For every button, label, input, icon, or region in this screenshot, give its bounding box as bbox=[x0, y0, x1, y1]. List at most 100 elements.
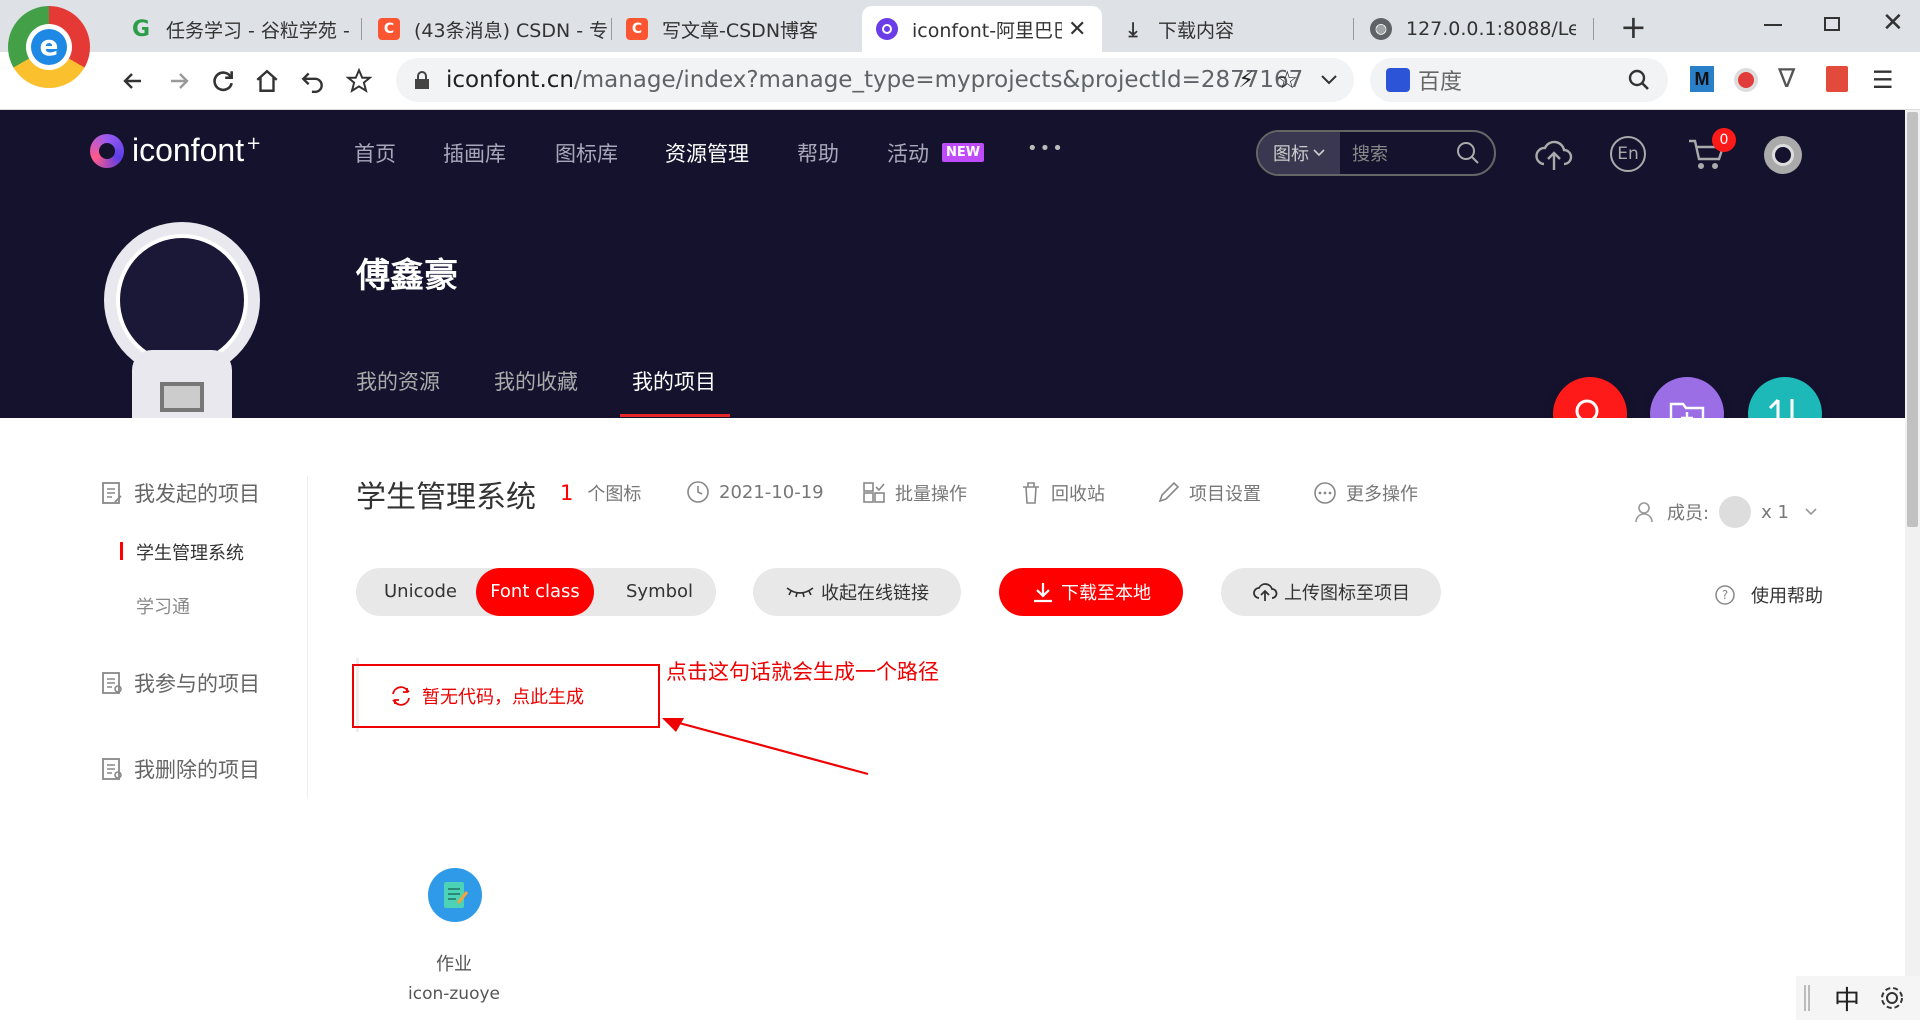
batch-operation-button[interactable]: 批量操作 bbox=[862, 480, 967, 506]
search-icon[interactable] bbox=[1628, 69, 1650, 91]
icon-card[interactable]: 作业 icon-zuoye bbox=[398, 838, 510, 1018]
tab-title: 下载内容 bbox=[1158, 19, 1235, 42]
back-icon[interactable] bbox=[116, 64, 150, 98]
nav-icons[interactable]: 图标库 bbox=[555, 138, 618, 168]
sidebar-project-student[interactable]: 学生管理系统 bbox=[136, 539, 244, 565]
collapse-link-label: 收起在线链接 bbox=[821, 583, 929, 604]
project-date: 2021-10-19 bbox=[686, 480, 824, 504]
extension-m-icon[interactable]: M bbox=[1690, 66, 1714, 92]
logo-text: iconfont bbox=[132, 132, 245, 168]
tab-title: 127.0.0.1:8088/Learn bbox=[1406, 18, 1576, 40]
undo-icon[interactable] bbox=[296, 64, 330, 98]
ime-handle-icon[interactable] bbox=[1804, 985, 1810, 1011]
svg-text:?: ? bbox=[1722, 588, 1728, 602]
ime-language[interactable]: 中 bbox=[1834, 980, 1860, 1017]
recycle-bin-button[interactable]: 回收站 bbox=[1020, 480, 1105, 506]
nav-help[interactable]: 帮助 bbox=[797, 138, 839, 168]
extension-v-icon[interactable]: ∇ bbox=[1778, 64, 1795, 94]
minimize-icon[interactable] bbox=[1764, 24, 1782, 26]
sidebar-initiated-header[interactable]: 我发起的项目 bbox=[100, 478, 260, 508]
profile-tab-favorites[interactable]: 我的收藏 bbox=[494, 366, 578, 396]
more-dots-icon bbox=[1314, 482, 1336, 504]
pencil-icon bbox=[1158, 481, 1180, 503]
generate-code-label: 暂无代码，点此生成 bbox=[422, 687, 584, 708]
upload-icon-button[interactable]: 上传图标至项目 bbox=[1221, 568, 1441, 616]
sidebar-joined-label: 我参与的项目 bbox=[134, 672, 260, 696]
download-icon: ⤓ bbox=[1128, 17, 1138, 41]
tab-csdn-write[interactable]: C 写文章-CSDN博客 bbox=[612, 6, 860, 52]
tab-localhost[interactable]: ◍ 127.0.0.1:8088/Learn bbox=[1354, 6, 1594, 52]
batch-icon bbox=[863, 482, 885, 503]
download-local-button[interactable]: 下载至本地 bbox=[999, 568, 1183, 616]
active-tab-underline bbox=[620, 414, 730, 417]
tab-iconfont[interactable]: iconfont-阿里巴巴 ✕ bbox=[862, 6, 1102, 52]
chevron-down-icon[interactable] bbox=[1320, 74, 1338, 86]
tab-unicode[interactable]: Unicode bbox=[384, 581, 457, 602]
collapse-link-button[interactable]: 收起在线链接 bbox=[753, 568, 961, 616]
trash-icon bbox=[1023, 482, 1039, 504]
more-nav-icon[interactable]: ••• bbox=[1027, 138, 1065, 159]
gear-icon[interactable] bbox=[1878, 984, 1906, 1012]
language-toggle[interactable]: En bbox=[1610, 136, 1646, 172]
search-icon[interactable] bbox=[1456, 141, 1480, 165]
extension-record-icon[interactable] bbox=[1734, 68, 1758, 92]
home-icon[interactable] bbox=[250, 64, 284, 98]
username: 傅鑫豪 bbox=[356, 256, 458, 296]
sidebar-deleted-header[interactable]: 我删除的项目 bbox=[100, 754, 260, 784]
browser-logo-icon: e bbox=[8, 6, 90, 88]
ime-toolbar: 中 bbox=[1796, 976, 1920, 1020]
menu-icon[interactable]: ☰ bbox=[1872, 66, 1894, 94]
nav-home[interactable]: 首页 bbox=[354, 138, 396, 168]
profile-tab-resources[interactable]: 我的资源 bbox=[356, 366, 440, 396]
user-avatar-icon[interactable] bbox=[1764, 136, 1802, 174]
new-tab-icon[interactable]: + bbox=[1620, 8, 1647, 46]
favorite-star-icon[interactable]: ☆ bbox=[1276, 66, 1298, 94]
nav-events[interactable]: 活动 bbox=[887, 138, 929, 168]
nav-illustrations[interactable]: 插画库 bbox=[443, 138, 506, 168]
recycle-label: 回收站 bbox=[1051, 484, 1105, 505]
project-settings-button[interactable]: 项目设置 bbox=[1156, 480, 1261, 506]
more-label: 更多操作 bbox=[1346, 484, 1418, 505]
tab-guli[interactable]: G 任务学习 - 谷粒学苑 - bbox=[110, 6, 362, 52]
csdn-icon: C bbox=[378, 18, 400, 40]
profile-tab-projects[interactable]: 我的项目 bbox=[632, 366, 716, 396]
icon-name: 作业 bbox=[436, 954, 472, 975]
tab-title: 任务学习 - 谷粒学苑 - bbox=[166, 19, 350, 42]
clock-icon bbox=[687, 481, 709, 503]
site-logo[interactable]: iconfont + bbox=[90, 132, 261, 169]
usage-help-link[interactable]: ? 使用帮助 bbox=[1714, 582, 1823, 608]
members-dropdown[interactable]: 成员: x 1 bbox=[1634, 496, 1826, 528]
nav-resources[interactable]: 资源管理 bbox=[665, 138, 749, 168]
lightning-icon[interactable]: ⚡ bbox=[1239, 68, 1254, 93]
forward-icon[interactable] bbox=[162, 64, 196, 98]
icon-count-number: 1 bbox=[560, 481, 574, 505]
close-tab-icon[interactable]: ✕ bbox=[1068, 17, 1086, 42]
new-badge: NEW bbox=[942, 143, 985, 162]
generate-code-box[interactable]: 暂无代码，点此生成 bbox=[352, 664, 660, 728]
tab-csdn-messages[interactable]: C (43条消息) CSDN - 专 bbox=[362, 6, 612, 52]
tab-symbol[interactable]: Symbol bbox=[626, 581, 693, 602]
project-date-value: 2021-10-19 bbox=[719, 481, 824, 503]
tab-font-class[interactable]: Font class bbox=[476, 568, 594, 616]
site-header: iconfont + 首页 插画库 图标库 资源管理 帮助 活动 NEW •••… bbox=[0, 110, 1905, 418]
sidebar-joined-header[interactable]: 我参与的项目 bbox=[100, 668, 260, 698]
page-scrollbar-thumb[interactable] bbox=[1907, 112, 1918, 527]
more-operations-button[interactable]: 更多操作 bbox=[1313, 480, 1418, 506]
browser-search-box[interactable]: 百度 bbox=[1370, 58, 1668, 102]
project-list-icon bbox=[102, 758, 122, 780]
annotation-text: 点击这句话就会生成一个路径 bbox=[666, 660, 939, 684]
site-search-input[interactable]: 搜索 bbox=[1352, 140, 1456, 166]
sidebar-project-xuexitong[interactable]: 学习通 bbox=[136, 593, 190, 619]
member-avatar bbox=[1719, 496, 1752, 528]
restore-icon[interactable] bbox=[1824, 17, 1840, 31]
search-type-select[interactable]: 图标 bbox=[1258, 132, 1340, 174]
bookmark-star-icon[interactable] bbox=[342, 64, 376, 98]
extension-pdf-icon[interactable] bbox=[1826, 66, 1848, 92]
close-window-icon[interactable]: ✕ bbox=[1882, 8, 1904, 38]
address-bar[interactable]: iconfont.cn /manage/index?manage_type=my… bbox=[396, 58, 1354, 102]
reload-icon[interactable] bbox=[206, 64, 240, 98]
upload-cloud-icon[interactable] bbox=[1534, 134, 1574, 174]
tab-title: 写文章-CSDN博客 bbox=[662, 19, 819, 42]
project-title: 学生管理系统 bbox=[356, 480, 536, 515]
tab-downloads[interactable]: ⤓ 下载内容 bbox=[1102, 6, 1354, 52]
